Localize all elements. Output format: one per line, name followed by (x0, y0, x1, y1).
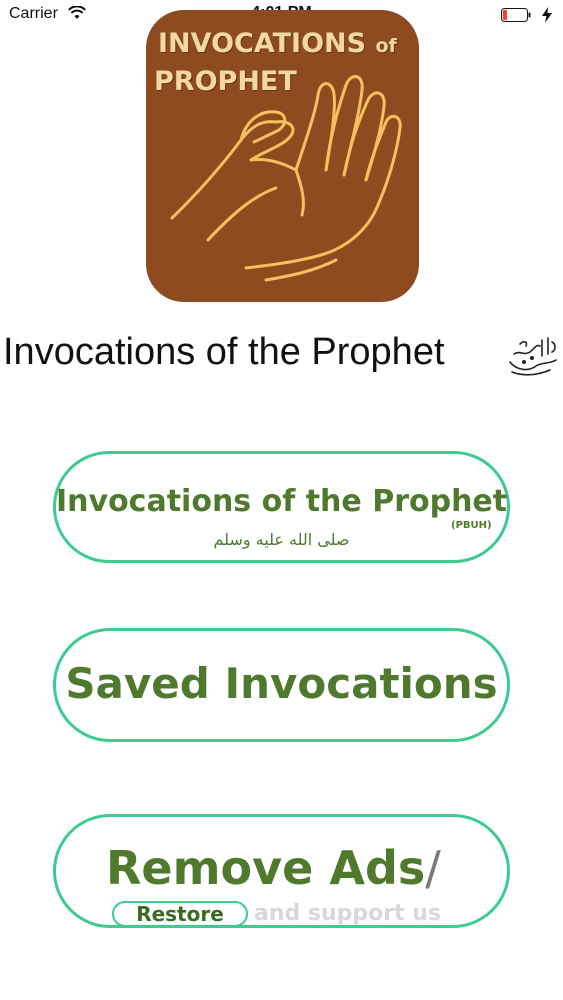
page-title: Invocations of the Prophet (3, 331, 445, 373)
slash-separator: / (425, 841, 441, 895)
saved-invocations-button[interactable]: Saved Invocations (53, 628, 510, 742)
saved-invocations-label: Saved Invocations (65, 659, 498, 708)
invocations-button[interactable]: Invocations of the Prophet (PBUH) صلى ال… (53, 451, 510, 563)
remove-ads-button[interactable]: Remove Ads/ Restore and support us (53, 814, 510, 928)
charging-bolt-icon (542, 7, 552, 23)
remove-ads-label: Remove Ads/ (106, 841, 441, 895)
logo-title-line2: PROPHET (154, 66, 297, 97)
invocations-button-label: Invocations of the Prophet (56, 484, 508, 519)
pbuh-calligraphy-icon (509, 337, 557, 376)
logo-of: of (375, 35, 397, 57)
arabic-blessing: صلى الله عليه وسلم (213, 530, 350, 549)
remove-ads-text: Remove Ads (106, 841, 426, 895)
battery-icon (501, 8, 531, 22)
app-logo: INVOCATIONS of PROPHET (146, 10, 419, 302)
logo-title-line1: INVOCATIONS of (158, 28, 397, 59)
support-us-label: and support us (254, 901, 442, 926)
restore-button[interactable]: Restore (112, 901, 248, 927)
